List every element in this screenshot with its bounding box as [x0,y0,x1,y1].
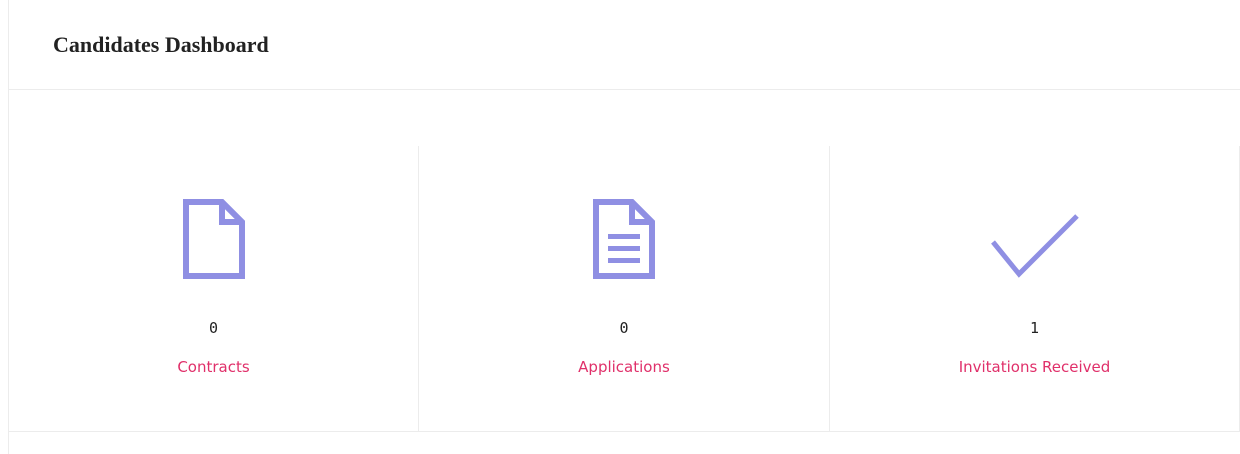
page-title: Candidates Dashboard [53,32,269,57]
stat-card-invitations[interactable]: 1 Invitations Received [830,146,1240,431]
document-icon [9,194,418,280]
stat-count: 0 [208,319,219,337]
stat-card-contracts[interactable]: 0 Contracts [9,146,419,431]
stat-link-applications[interactable]: Applications [419,358,829,376]
stat-card-applications[interactable]: 0 Applications [419,146,830,431]
stat-link-invitations[interactable]: Invitations Received [830,358,1239,376]
stat-count: 1 [1029,319,1040,337]
text-document-icon [419,194,829,280]
dashboard-container: Candidates Dashboard 0 Contracts 0 Appli… [8,0,1240,454]
checkmark-icon [830,194,1239,280]
stats-panel: 0 Contracts 0 Applications 1 Invitations… [9,146,1240,432]
stat-count: 0 [619,319,629,337]
stat-link-contracts[interactable]: Contracts [9,358,418,376]
dashboard-header: Candidates Dashboard [9,0,1240,90]
